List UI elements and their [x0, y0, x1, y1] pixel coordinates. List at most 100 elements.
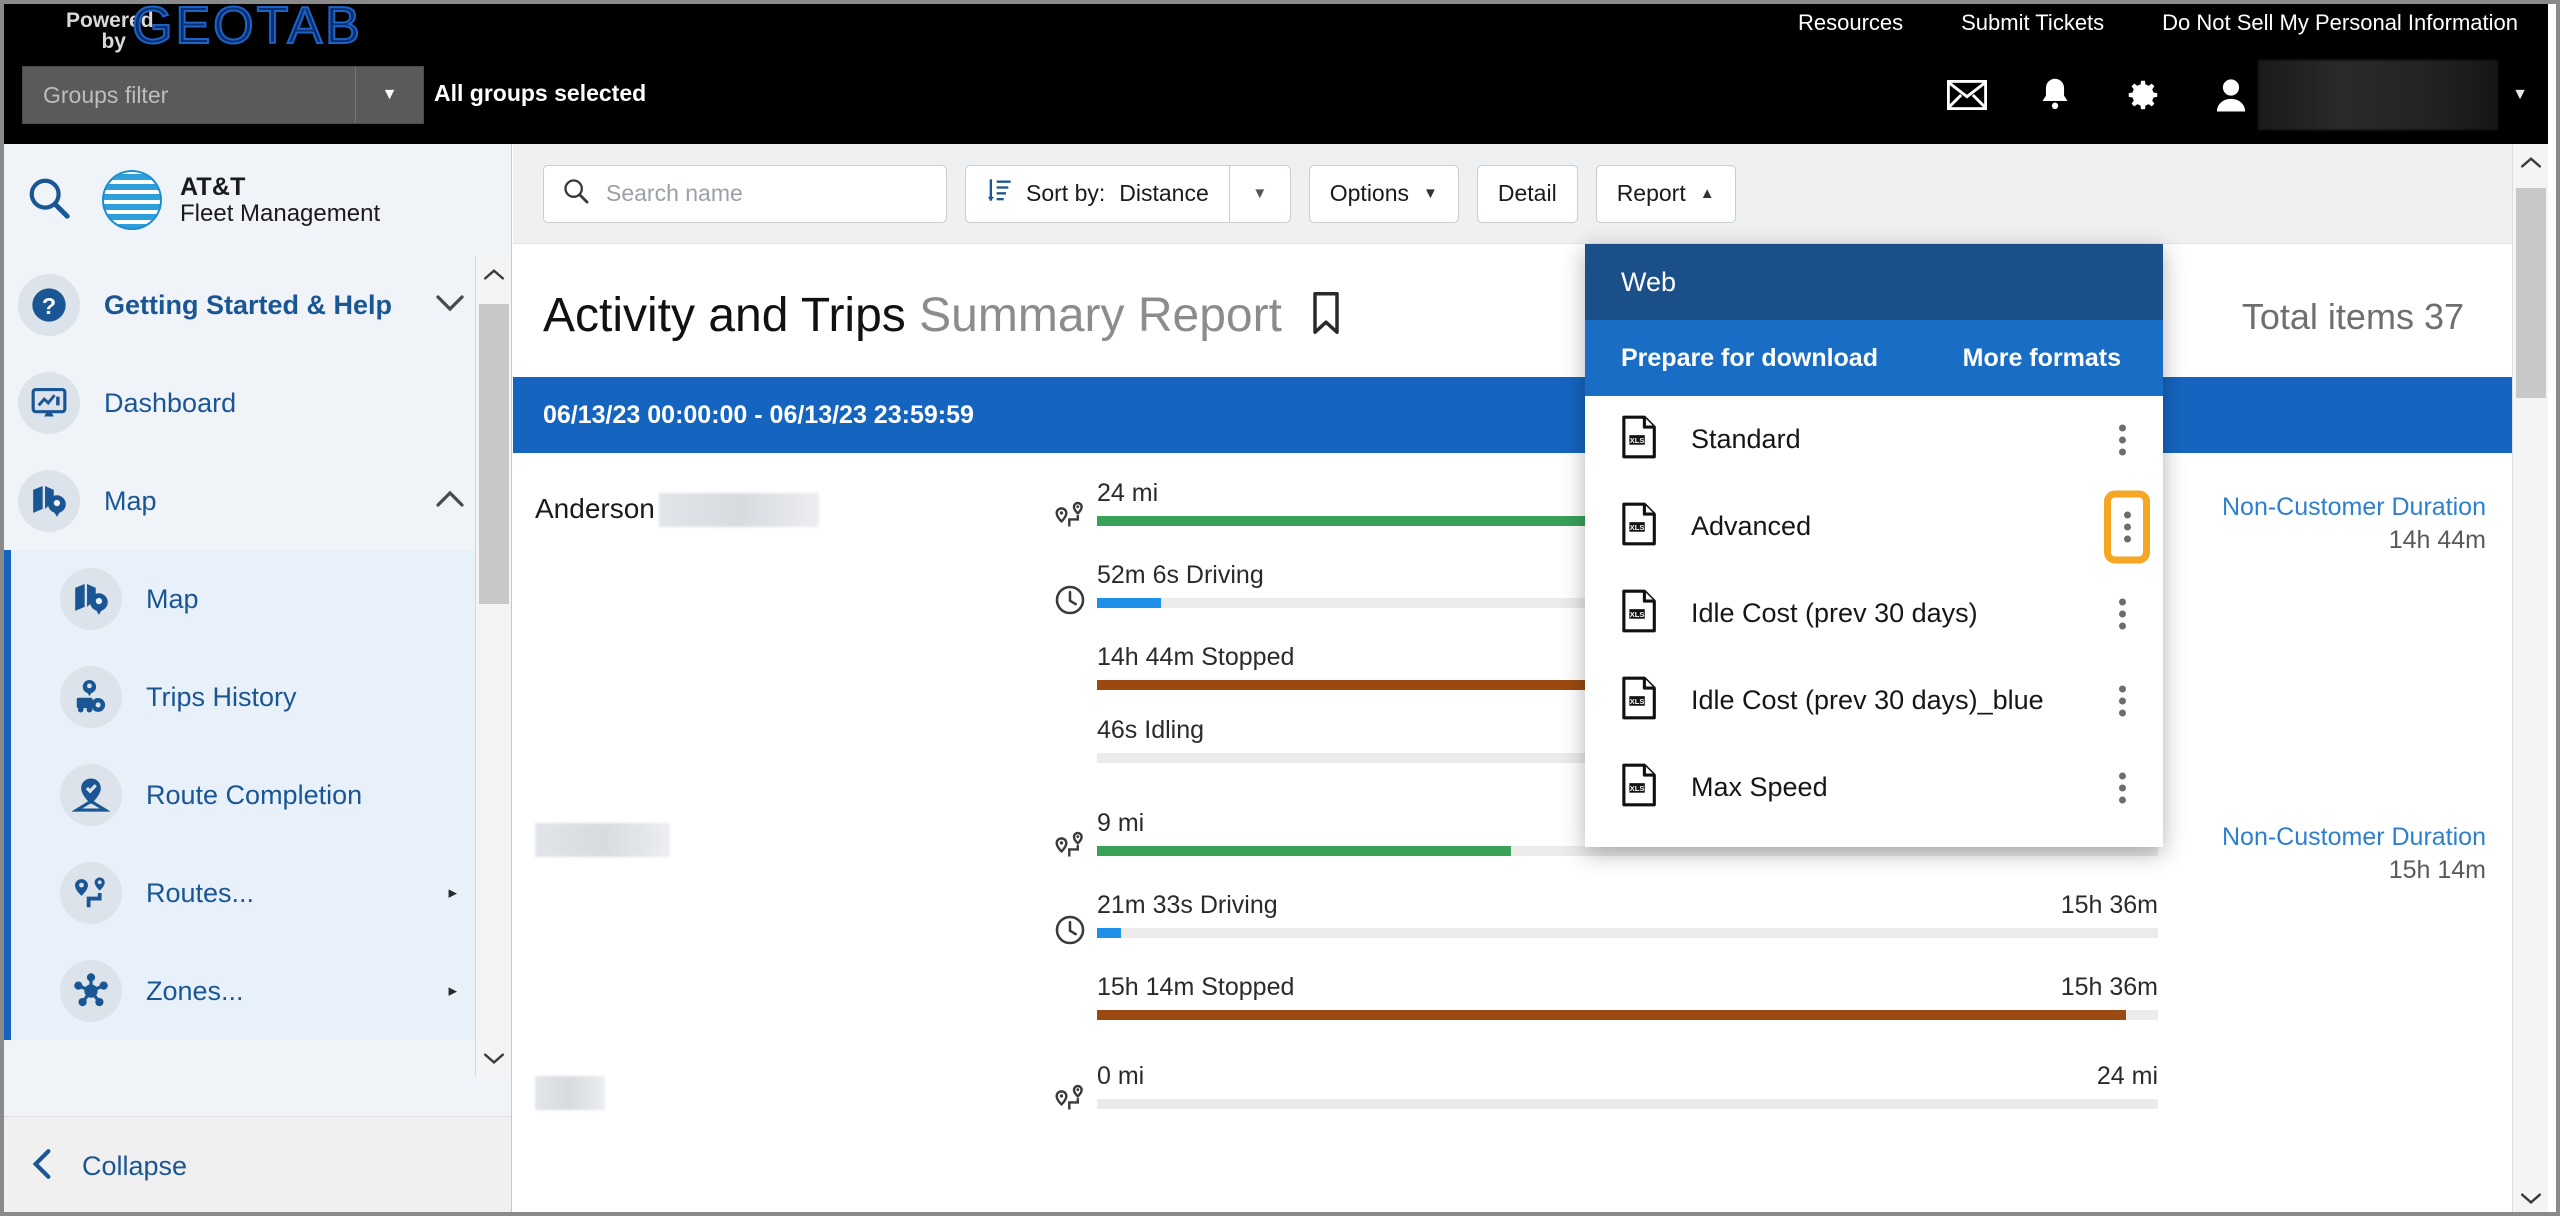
- more-options-icon[interactable]: [2115, 424, 2129, 455]
- row-name-redacted: [535, 1076, 605, 1110]
- tab-more-formats[interactable]: More formats: [1963, 344, 2163, 373]
- user-menu[interactable]: ▼: [2208, 60, 2528, 130]
- table-row[interactable]: 0 mi 24 mi: [513, 1040, 2512, 1138]
- more-options-icon[interactable]: [2104, 490, 2150, 563]
- header-icon-group: ▼: [1944, 60, 2528, 130]
- sidebar-item-map-group[interactable]: Map: [4, 452, 511, 550]
- menu-item-web[interactable]: Web: [1585, 244, 2163, 320]
- gear-icon[interactable]: [2120, 72, 2166, 118]
- menu-item-idle-cost[interactable]: XLS Idle Cost (prev 30 days): [1585, 570, 2163, 657]
- metric-right-label: 24 mi: [2096, 1062, 2158, 1090]
- top-header-bar: Powered by GEOTAB Resources Submit Ticke…: [4, 4, 2548, 144]
- main-content: Search name Sort by: Distance ▼ Options …: [513, 144, 2548, 1212]
- chevron-up-icon: ▲: [1699, 185, 1715, 202]
- more-options-icon[interactable]: [2115, 772, 2129, 803]
- sidebar-item-trips-history[interactable]: Trips History: [4, 648, 511, 746]
- menu-item-label: Idle Cost (prev 30 days): [1691, 598, 1978, 628]
- table-row[interactable]: Anderson 24 mi 52m 6s Driving 14h 44m St…: [513, 453, 2512, 783]
- main-scrollbar-thumb[interactable]: [2516, 188, 2546, 398]
- main-scrollbar[interactable]: [2512, 144, 2548, 1212]
- metric-left-label: 46s Idling: [1097, 716, 1205, 744]
- metric-left-label: 24 mi: [1097, 479, 1159, 507]
- sidebar-item-getting-started[interactable]: ? Getting Started & Help: [4, 256, 511, 354]
- nav-link-do-not-sell[interactable]: Do Not Sell My Personal Information: [2162, 10, 2518, 36]
- powered-by-line2: by: [101, 30, 126, 53]
- metric-distance: 0 mi 24 mi: [1043, 1062, 2158, 1118]
- mail-icon[interactable]: [1944, 72, 1990, 118]
- chevron-down-icon[interactable]: ▼: [2512, 86, 2528, 104]
- chevron-down-icon: ▼: [1423, 185, 1438, 202]
- chevron-up-icon[interactable]: [435, 488, 465, 514]
- report-header: Activity and Trips Summary Report Total …: [513, 244, 2548, 377]
- sidebar-item-map[interactable]: Map: [4, 550, 511, 648]
- search-placeholder: Search name: [606, 180, 743, 206]
- report-dropdown-menu: Web Prepare for download More formats XL…: [1585, 244, 2163, 847]
- menu-item-idle-cost-blue[interactable]: XLS Idle Cost (prev 30 days)_blue: [1585, 657, 2163, 744]
- metric-stopped: 15h 14m Stopped 15h 36m: [1043, 973, 2158, 1020]
- chevron-down-icon[interactable]: [435, 292, 465, 318]
- options-button[interactable]: Options ▼: [1308, 164, 1459, 223]
- nav-link-submit-tickets[interactable]: Submit Tickets: [1961, 10, 2104, 36]
- metric-left-label: 14h 44m Stopped: [1097, 643, 1295, 671]
- trips-history-icon: [60, 666, 122, 728]
- non-customer-duration-value: 15h 14m: [2388, 856, 2486, 884]
- search-icon[interactable]: [26, 175, 72, 226]
- chevron-down-icon[interactable]: ▼: [355, 67, 423, 123]
- chevron-right-icon[interactable]: ▸: [448, 883, 457, 903]
- distance-icon: [1043, 809, 1097, 865]
- row-name-redacted: [535, 823, 670, 857]
- top-nav-links: Resources Submit Tickets Do Not Sell My …: [1798, 10, 2518, 36]
- chevron-right-icon[interactable]: ▸: [448, 981, 457, 1001]
- sort-by-dropdown-toggle[interactable]: ▼: [1228, 164, 1291, 223]
- metric-left-label: 21m 33s Driving: [1097, 891, 1278, 919]
- groups-filter-dropdown[interactable]: Groups filter ▼: [22, 66, 424, 124]
- table-row[interactable]: 9 mi 24 mi 21m 33s Driving: [513, 783, 2512, 1040]
- more-options-icon[interactable]: [2115, 685, 2129, 716]
- sidebar-item-route-completion[interactable]: Route Completion: [4, 746, 511, 844]
- nav-link-resources[interactable]: Resources: [1798, 10, 1903, 36]
- powered-by-line1: Powered: [66, 9, 154, 32]
- sort-by-control: Sort by: Distance ▼: [965, 164, 1291, 223]
- menu-item-standard[interactable]: XLS Standard: [1585, 396, 2163, 483]
- report-button[interactable]: Report ▲: [1595, 164, 1736, 223]
- date-range-label: 06/13/23 00:00:00 - 06/13/23 23:59:59: [543, 400, 974, 429]
- metric-icon-empty: [1043, 643, 1097, 665]
- report-label: Report: [1616, 180, 1686, 206]
- sidebar-item-label: Dashboard: [104, 387, 237, 418]
- non-customer-duration-label[interactable]: Non-Customer Duration: [2182, 493, 2486, 522]
- detail-button[interactable]: Detail: [1476, 164, 1578, 223]
- menu-item-advanced[interactable]: XLS Advanced: [1585, 483, 2163, 570]
- clock-icon: [1043, 891, 1097, 947]
- sidebar-item-zones[interactable]: Zones... ▸: [4, 942, 511, 1040]
- row-name-redacted: [658, 493, 819, 527]
- svg-text:XLS: XLS: [1630, 610, 1645, 619]
- bell-icon[interactable]: [2032, 72, 2078, 118]
- sidebar-nav-list: ? Getting Started & Help Dashboard Map M…: [4, 256, 511, 1076]
- non-customer-duration-label[interactable]: Non-Customer Duration: [2182, 823, 2486, 852]
- scroll-up-arrow-icon[interactable]: [2513, 144, 2548, 180]
- menu-item-max-speed[interactable]: XLS Max Speed: [1585, 744, 2163, 831]
- sidebar-item-routes[interactable]: Routes... ▸: [4, 844, 511, 942]
- metric-icon-empty: [1043, 716, 1097, 738]
- more-options-icon[interactable]: [2115, 598, 2129, 629]
- scroll-down-arrow-icon[interactable]: [476, 1040, 512, 1076]
- svg-text:XLS: XLS: [1630, 697, 1645, 706]
- att-globe-icon: [102, 170, 162, 230]
- bookmark-icon[interactable]: [1309, 292, 1343, 346]
- user-icon[interactable]: [2208, 72, 2254, 118]
- sidebar-collapse-button[interactable]: Collapse: [4, 1116, 511, 1212]
- search-input[interactable]: Search name: [543, 164, 947, 223]
- sidebar-scrollbar[interactable]: [475, 256, 511, 1076]
- zones-icon: [60, 960, 122, 1022]
- scroll-down-arrow-icon[interactable]: [2513, 1180, 2548, 1212]
- row-summary-cell: Non-Customer Duration 14h 44m: [2182, 479, 2512, 763]
- sidebar-item-dashboard[interactable]: Dashboard: [4, 354, 511, 452]
- sidebar-item-label: Trips History: [146, 681, 297, 712]
- tab-prepare-for-download[interactable]: Prepare for download: [1585, 344, 1878, 373]
- scroll-up-arrow-icon[interactable]: [476, 256, 511, 292]
- routes-icon: [60, 862, 122, 924]
- row-summary-cell: Non-Customer Duration 15h 14m: [2182, 809, 2512, 1020]
- sidebar-item-label: Getting Started & Help: [104, 289, 393, 320]
- sidebar-scrollbar-thumb[interactable]: [479, 304, 509, 604]
- sort-by-button[interactable]: Sort by: Distance: [965, 164, 1229, 223]
